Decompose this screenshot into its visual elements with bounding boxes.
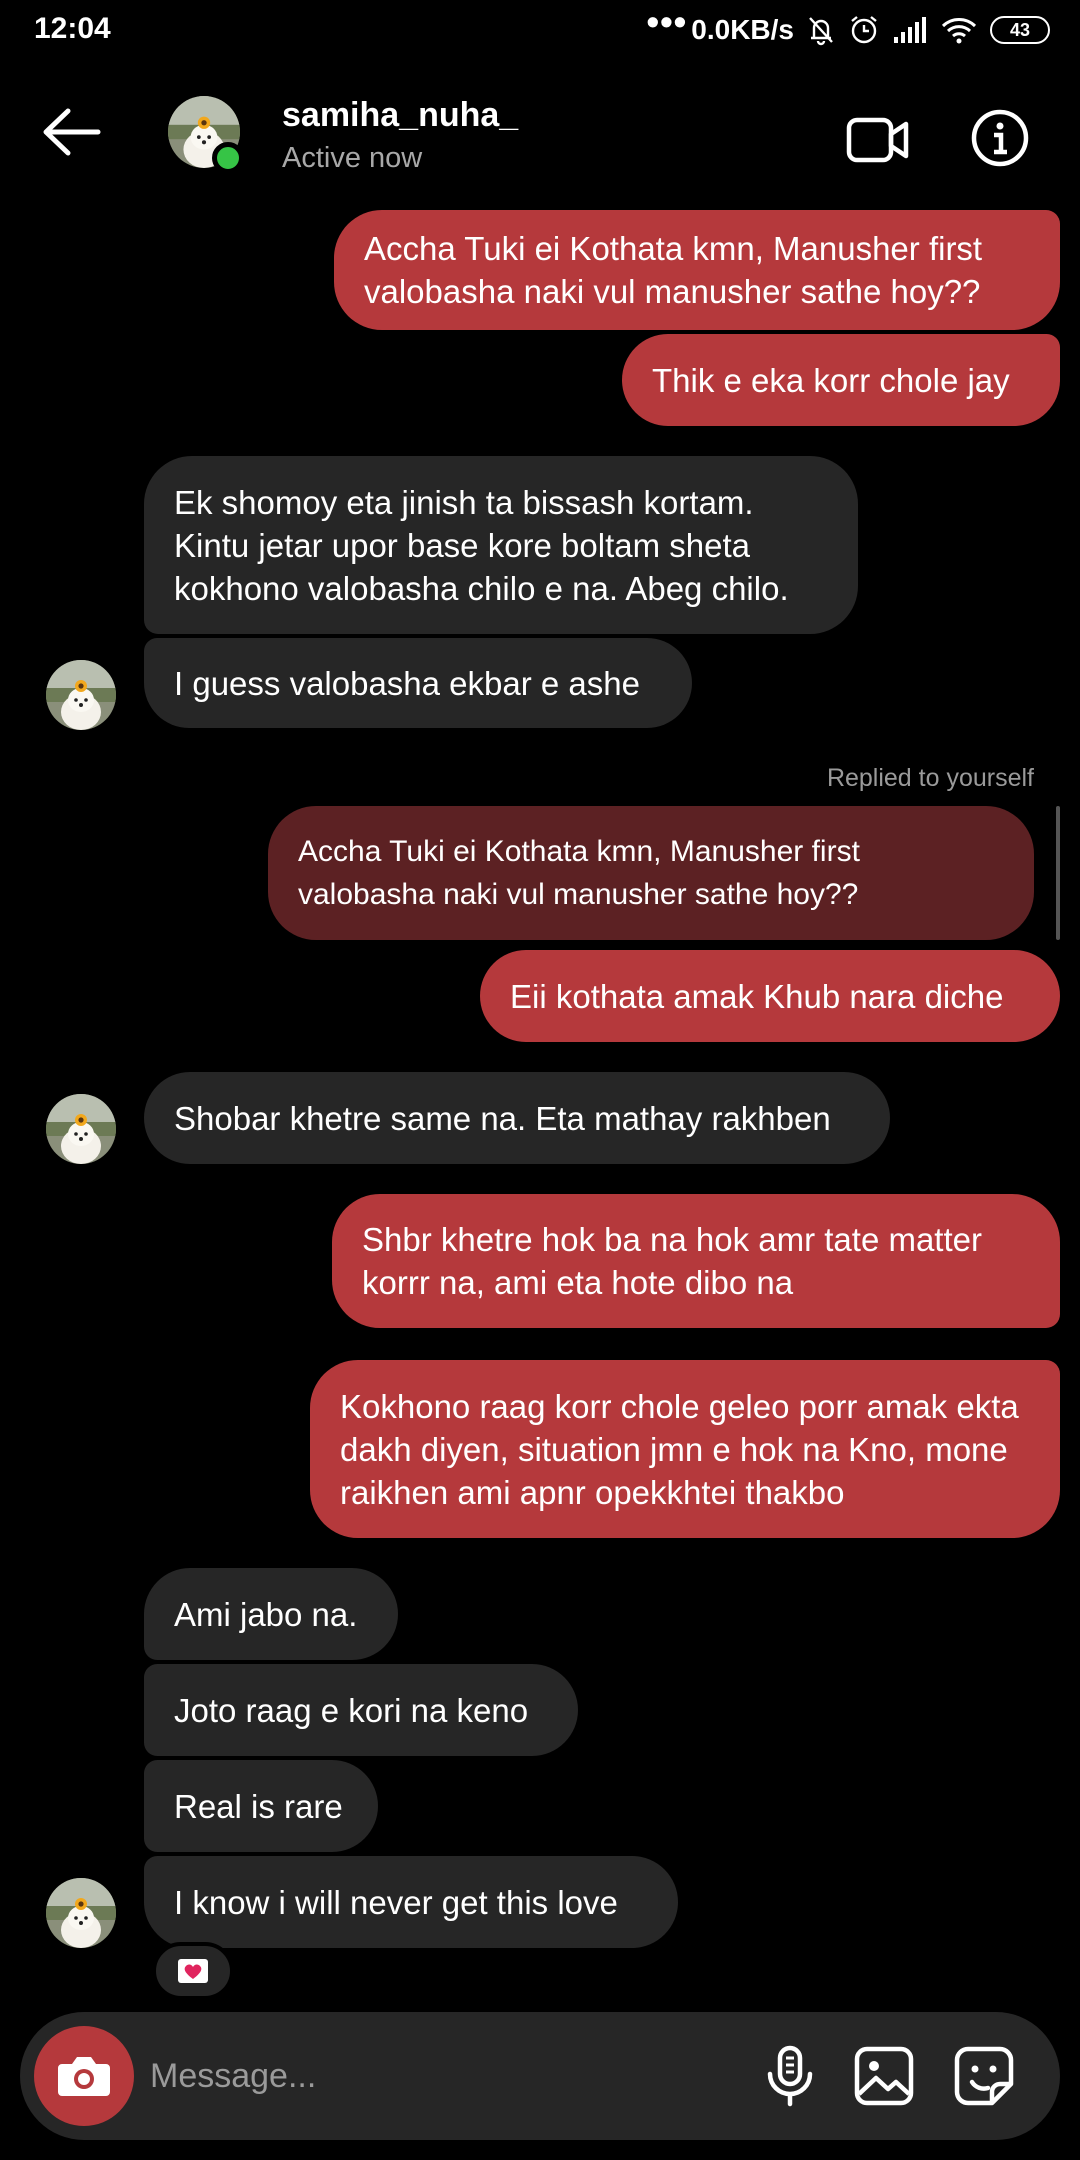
bell-muted-icon	[806, 14, 836, 46]
message-composer	[20, 2012, 1060, 2140]
message-incoming[interactable]: Joto raag e kori na keno	[144, 1664, 578, 1756]
thread-scrollbar[interactable]	[1056, 806, 1060, 940]
gallery-button[interactable]	[852, 2044, 916, 2108]
heart-letter-icon	[178, 1959, 208, 1983]
status-bar: 12:04 ••• 0.0KB/s 43	[0, 0, 1080, 62]
reply-context-label: Replied to yourself	[826, 764, 1034, 792]
wifi-icon	[940, 15, 978, 45]
video-call-icon	[846, 117, 909, 163]
message-incoming[interactable]: Real is rare	[144, 1760, 378, 1852]
sender-avatar[interactable]	[46, 660, 116, 730]
contact-username[interactable]: samiha_nuha_	[282, 96, 518, 135]
signal-icon	[892, 15, 928, 45]
notification-dots: •••	[646, 1, 688, 42]
voice-message-button[interactable]	[756, 2042, 824, 2110]
status-icons: ••• 0.0KB/s 43	[646, 1, 1050, 51]
sticker-icon	[954, 2046, 1014, 2106]
sender-avatar[interactable]	[46, 1878, 116, 1948]
video-call-button[interactable]	[846, 114, 910, 166]
back-arrow-icon	[43, 108, 101, 156]
info-icon	[971, 109, 1029, 167]
message-incoming[interactable]: I know i will never get this love	[144, 1856, 678, 1948]
battery-indicator: 43	[990, 16, 1050, 44]
message-input[interactable]	[150, 2042, 710, 2110]
message-outgoing[interactable]: Thik e eka korr chole jay	[622, 334, 1060, 426]
message-incoming[interactable]: Ami jabo na.	[144, 1568, 398, 1660]
back-button[interactable]	[40, 106, 104, 158]
info-button[interactable]	[970, 108, 1030, 168]
message-incoming[interactable]: Ek shomoy eta jinish ta bissash kortam. …	[144, 456, 858, 634]
online-indicator	[212, 142, 244, 174]
active-status: Active now	[282, 142, 423, 174]
message-incoming[interactable]: Shobar khetre same na. Eta mathay rakhbe…	[144, 1072, 890, 1164]
microphone-icon	[767, 2045, 813, 2107]
sender-avatar[interactable]	[46, 1094, 116, 1164]
message-outgoing[interactable]: Accha Tuki ei Kothata kmn, Manusher firs…	[334, 210, 1060, 330]
alarm-icon	[848, 14, 880, 46]
message-thread[interactable]: Accha Tuki ei Kothata kmn, Manusher firs…	[0, 210, 1080, 2000]
message-reaction[interactable]	[152, 1942, 234, 2000]
message-outgoing[interactable]: Shbr khetre hok ba na hok amr tate matte…	[332, 1194, 1060, 1328]
message-incoming[interactable]: I guess valobasha ekbar e ashe	[144, 638, 692, 728]
quoted-message[interactable]: Accha Tuki ei Kothata kmn, Manusher firs…	[268, 806, 1034, 940]
camera-button[interactable]	[34, 2026, 134, 2126]
gallery-icon	[854, 2046, 914, 2106]
network-speed-text: 0.0KB/s	[691, 14, 794, 45]
message-outgoing[interactable]: Kokhono raag korr chole geleo porr amak …	[310, 1360, 1060, 1538]
network-speed: ••• 0.0KB/s	[646, 1, 794, 51]
battery-level: 43	[1009, 19, 1031, 40]
message-outgoing[interactable]: Eii kothata amak Khub nara diche	[480, 950, 1060, 1042]
camera-icon	[58, 2057, 110, 2096]
clock: 12:04	[34, 12, 111, 45]
sticker-button[interactable]	[952, 2044, 1016, 2108]
chat-header: samiha_nuha_ Active now	[0, 62, 1080, 210]
